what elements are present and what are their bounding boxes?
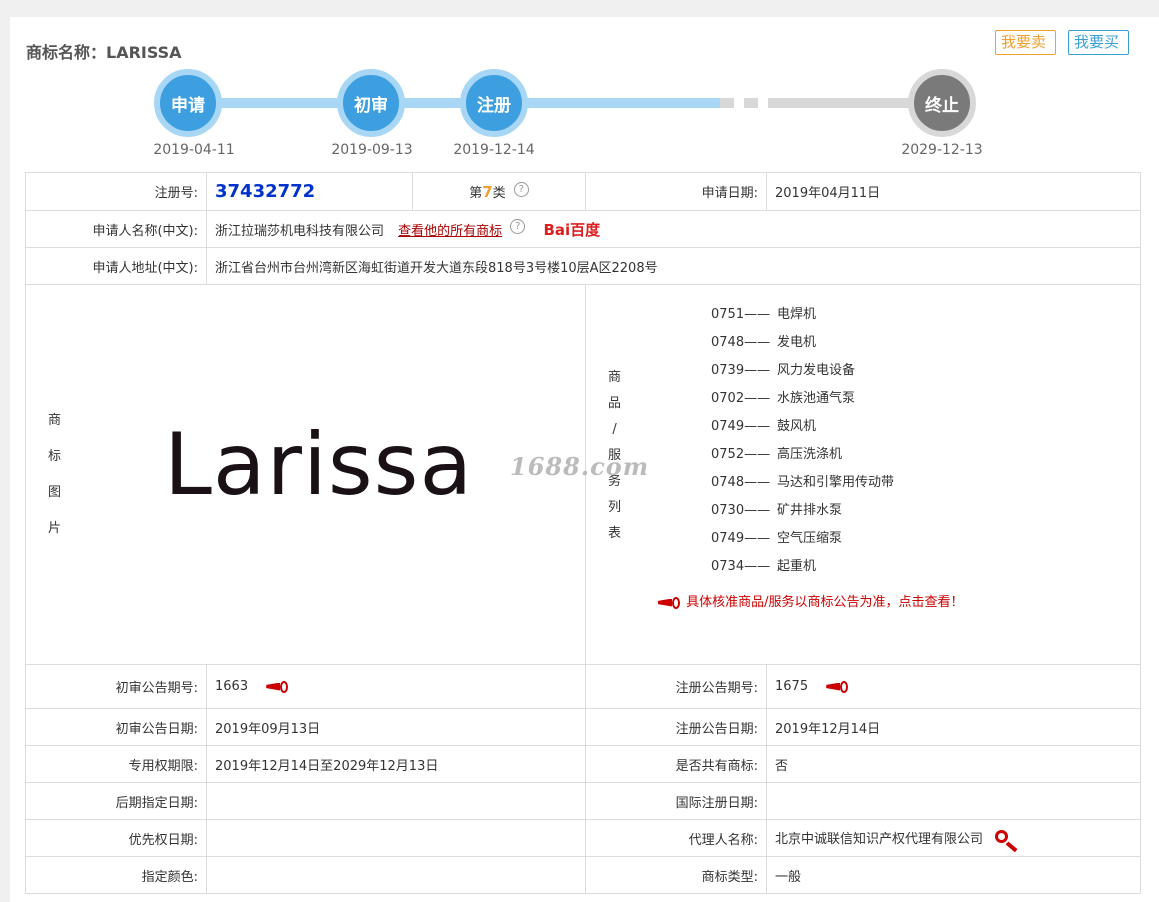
goods-cell: 商 品 / 服 务 列 表 0751—— 电焊机 0748—— 发电机 0739——… xyxy=(585,284,1141,665)
list-item: 0752—— 高压洗涤机 xyxy=(711,447,843,462)
class-number: 7 xyxy=(482,183,493,201)
class-suffix: 类 xyxy=(492,186,506,201)
reg-no-value: 37432772 xyxy=(206,172,413,211)
prelim-no-cell: 1663 xyxy=(206,664,586,709)
later-date xyxy=(206,782,586,820)
trademark-panel: 商标名称：LARISSA 我要卖 我要买 申请 初审 注册 终止 2019-04… xyxy=(10,17,1159,902)
prelim-no: 1663 xyxy=(215,679,249,694)
reg-no: 37432772 xyxy=(215,181,316,202)
priority-label: 优先权日期: xyxy=(25,819,207,857)
list-item: 0734—— 起重机 xyxy=(711,559,817,574)
timeline-date-prelim: 2019-09-13 xyxy=(331,142,413,158)
reg-pub-no-label: 注册公告期号: xyxy=(585,664,767,709)
timeline-step-register: 注册 xyxy=(460,69,528,137)
prelim-date: 2019年09月13日 xyxy=(206,708,586,746)
timeline-date-end: 2029-12-13 xyxy=(901,142,983,158)
agent-name: 北京中诚联信知识产权代理有限公司 xyxy=(775,831,984,847)
timeline-track-done xyxy=(190,98,720,108)
list-item: 0702—— 水族池通气泵 xyxy=(711,391,856,406)
prelim-no-label: 初审公告期号: xyxy=(25,664,207,709)
applicant-name: 浙江拉瑞莎机电科技有限公司 xyxy=(215,223,385,239)
intl-date-label: 国际注册日期: xyxy=(585,782,767,820)
view-all-trademarks-link[interactable]: 查看他的所有商标 xyxy=(398,224,502,239)
list-item: 0749—— 空气压缩泵 xyxy=(711,531,843,546)
class-prefix: 第 xyxy=(469,186,483,201)
exclusive-label: 专用权期限: xyxy=(25,745,207,783)
reg-pub-date: 2019年12月14日 xyxy=(766,708,1141,746)
timeline-track-gap xyxy=(720,98,780,108)
applicant-label: 申请人名称(中文): xyxy=(25,210,207,248)
prelim-date-label: 初审公告日期: xyxy=(25,708,207,746)
address-label: 申请人地址(中文): xyxy=(25,247,207,285)
help-icon[interactable]: ? xyxy=(513,182,529,197)
reg-pub-no-cell: 1675 xyxy=(766,664,1141,709)
list-item: 0749—— 鼓风机 xyxy=(711,419,817,434)
class-cell: 第7类 ? xyxy=(412,172,586,211)
megaphone-icon[interactable] xyxy=(266,680,290,694)
timeline-step-prelim: 初审 xyxy=(337,69,405,137)
exclusive-period: 2019年12月14日至2029年12月13日 xyxy=(206,745,586,783)
trademark-image: Larissa xyxy=(164,415,474,515)
color-value xyxy=(206,856,586,894)
agent-label: 代理人名称: xyxy=(585,819,767,857)
applicant-cell: 浙江拉瑞莎机电科技有限公司 查看他的所有商标 ? Bai百度 xyxy=(206,210,1141,248)
trademark-info-table: 注册号: 37432772 第7类 ? 申请日期: 2019年04月11日 申请… xyxy=(25,172,1141,894)
timeline-date-apply: 2019-04-11 xyxy=(153,142,235,158)
megaphone-icon[interactable] xyxy=(826,680,850,694)
address: 浙江省台州市台州湾新区海虹街道开发大道东段818号3号楼10层A区2208号 xyxy=(206,247,1141,285)
list-item: 0751—— 电焊机 xyxy=(711,307,817,322)
image-label: 商 标 图 片 xyxy=(48,413,62,536)
list-item: 0739—— 风力发电设备 xyxy=(711,363,856,378)
trademark-image-cell: 商 标 图 片 Larissa xyxy=(25,284,586,665)
timeline-date-register: 2019-12-14 xyxy=(453,142,535,158)
list-item: 0730—— 矿井排水泵 xyxy=(711,503,843,518)
megaphone-icon xyxy=(658,596,682,610)
goods-note-link[interactable]: 具体核准商品/服务以商标公告为准，点击查看！ xyxy=(658,591,964,610)
reg-pub-no: 1675 xyxy=(775,679,809,694)
agent-cell: 北京中诚联信知识产权代理有限公司 xyxy=(766,819,1141,857)
timeline-step-end: 终止 xyxy=(908,69,976,137)
baidu-search-icon[interactable]: Bai百度 xyxy=(543,219,600,240)
reg-pub-date-label: 注册公告日期: xyxy=(585,708,767,746)
later-date-label: 后期指定日期: xyxy=(25,782,207,820)
watermark: 1688.com xyxy=(510,452,650,481)
timeline-step-apply: 申请 xyxy=(154,69,222,137)
list-item: 0748—— 马达和引擎用传动带 xyxy=(711,475,895,490)
help-icon[interactable]: ? xyxy=(510,218,526,234)
type-label: 商标类型: xyxy=(585,856,767,894)
apply-date: 2019年04月11日 xyxy=(766,172,1141,211)
list-item: 0748—— 发电机 xyxy=(711,335,817,350)
search-icon[interactable] xyxy=(995,830,1021,853)
shared-label: 是否共有商标: xyxy=(585,745,767,783)
intl-date xyxy=(766,782,1141,820)
type-value: 一般 xyxy=(766,856,1141,894)
shared-value: 否 xyxy=(766,745,1141,783)
color-label: 指定颜色: xyxy=(25,856,207,894)
reg-no-label: 注册号: xyxy=(25,172,207,211)
priority-date xyxy=(206,819,586,857)
goods-list: 0751—— 电焊机 0748—— 发电机 0739—— 风力发电设备 0702—— 水… xyxy=(711,301,894,581)
status-timeline: 申请 初审 注册 终止 2019-04-11 2019-09-13 2019-1… xyxy=(10,17,1159,167)
apply-date-label: 申请日期: xyxy=(585,172,767,211)
